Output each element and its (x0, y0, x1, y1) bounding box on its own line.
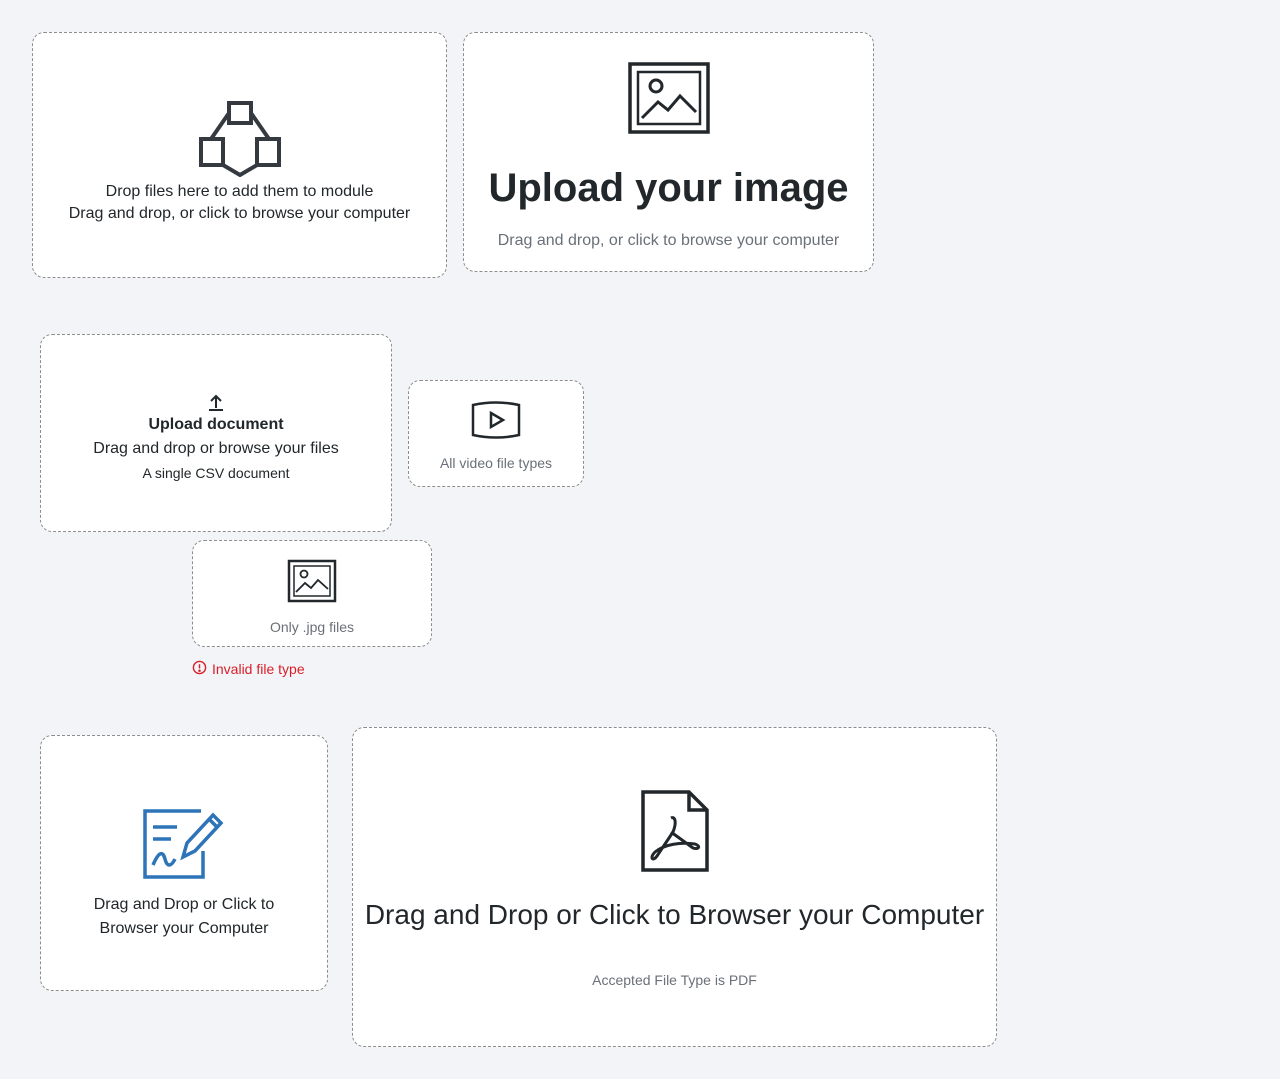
document-upload-subtitle: Drag and drop or browse your files (93, 439, 339, 457)
document-upload-title: Upload document (148, 415, 284, 433)
image-upload-dropzone[interactable]: Upload your image Drag and drop, or clic… (463, 32, 874, 272)
document-upload-hint: A single CSV document (142, 464, 290, 481)
error-text: Invalid file type (212, 661, 305, 677)
error-message: Invalid file type (192, 660, 305, 678)
video-dropzone[interactable]: All video file types (408, 380, 584, 487)
module-dropzone-line1: Drop files here to add them to module (105, 183, 374, 200)
image-icon (287, 559, 337, 603)
upload-icon (207, 394, 225, 412)
signature-edit-icon (143, 807, 225, 881)
module-dropzone[interactable]: Drop files here to add them to module Dr… (32, 32, 447, 278)
document-upload-dropzone[interactable]: Upload document Drag and drop or browse … (40, 334, 392, 532)
pdf-file-icon (640, 790, 709, 872)
video-caption: All video file types (439, 454, 553, 471)
pdf-title: Drag and Drop or Click to Browser your C… (364, 899, 985, 930)
image-upload-subtitle: Drag and drop, or click to browse your c… (497, 232, 840, 249)
jpg-caption: Only .jpg files (269, 618, 355, 635)
module-dropzone-line2: Drag and drop, or click to browse your c… (68, 205, 411, 222)
jpg-dropzone[interactable]: Only .jpg files (192, 540, 432, 647)
signature-line1: Drag and Drop or Click to (93, 896, 275, 913)
image-icon (627, 62, 710, 134)
video-play-icon (471, 400, 521, 439)
image-upload-title: Upload your image (488, 166, 849, 210)
signature-line2: Browser your Computer (99, 920, 269, 937)
module-network-icon (198, 101, 281, 177)
signature-dropzone[interactable]: Drag and Drop or Click to Browser your C… (40, 735, 328, 991)
pdf-caption: Accepted File Type is PDF (592, 972, 757, 988)
error-icon (192, 660, 207, 678)
pdf-dropzone[interactable]: Drag and Drop or Click to Browser your C… (352, 727, 997, 1047)
